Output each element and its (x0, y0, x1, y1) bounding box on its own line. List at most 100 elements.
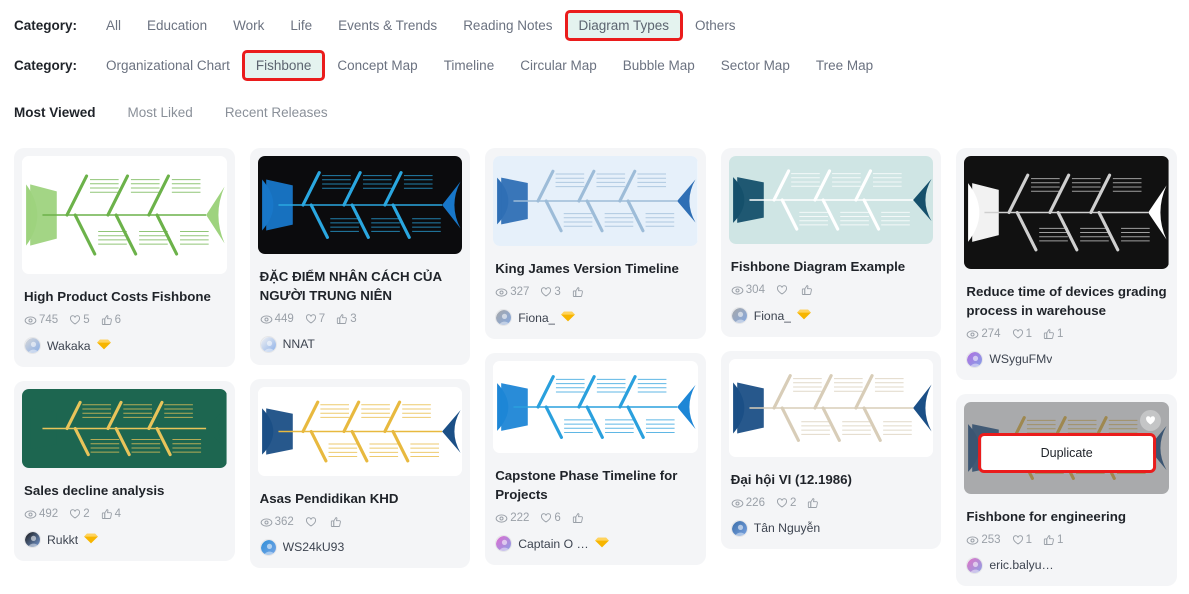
filter-reading-notes[interactable]: Reading Notes (452, 13, 563, 38)
filter-all[interactable]: All (95, 13, 132, 38)
template-card[interactable]: Capstone Phase Timeline for Projects 222… (485, 352, 706, 565)
filter-tree-map[interactable]: Tree Map (805, 53, 884, 78)
filter-sector-map[interactable]: Sector Map (710, 53, 801, 78)
filter-life[interactable]: Life (279, 13, 323, 38)
likes-stat[interactable]: 7 (305, 313, 325, 325)
filter-work[interactable]: Work (222, 13, 275, 38)
filter-fishbone[interactable]: Fishbone (241, 49, 326, 81)
card-author[interactable]: Rukkt (24, 531, 225, 549)
card-thumbnail[interactable] (257, 156, 463, 254)
filter-timeline[interactable]: Timeline (433, 53, 506, 78)
tab-most-viewed[interactable]: Most Viewed (14, 105, 96, 120)
card-author[interactable]: Fiona_ (495, 309, 696, 327)
likes-stat[interactable] (776, 284, 790, 296)
card-title[interactable]: ĐẶC ĐIỂM NHÂN CÁCH CỦA NGƯỜI TRUNG NIÊN (260, 268, 461, 306)
views-stat: 327 (495, 286, 529, 299)
filter-circular-map[interactable]: Circular Map (509, 53, 608, 78)
thumbs-stat[interactable] (572, 286, 586, 298)
card-thumbnail[interactable] (493, 360, 698, 453)
card-title[interactable]: Đại hội VI (12.1986) (731, 471, 932, 490)
views-stat: 253 (966, 534, 1001, 547)
card-thumbnail[interactable] (728, 156, 934, 244)
card-thumbnail[interactable] (493, 156, 698, 246)
author-name: Fiona_ (518, 310, 556, 325)
thumbs-stat[interactable]: 1 (1043, 328, 1063, 340)
views-stat: 226 (731, 497, 765, 510)
card-thumbnail[interactable] (257, 386, 463, 476)
avatar (495, 535, 513, 553)
card-stats: 253 1 1 (966, 534, 1167, 547)
thumbs-stat[interactable]: 6 (101, 314, 121, 326)
template-card-grid[interactable]: High Product Costs Fishbone 745 5 6 Waka… (14, 148, 1177, 594)
likes-stat[interactable]: 1 (1012, 328, 1032, 340)
views-stat: 745 (24, 314, 58, 327)
card-title[interactable]: Sales decline analysis (24, 482, 225, 501)
card-author[interactable]: Captain O … (495, 535, 696, 553)
filter-events-trends[interactable]: Events & Trends (327, 13, 448, 38)
thumbs-stat[interactable] (801, 284, 815, 296)
tab-recent-releases[interactable]: Recent Releases (225, 105, 328, 120)
card-author[interactable]: eric.balyu… (966, 556, 1167, 574)
thumbs-up-icon (1043, 534, 1055, 546)
thumbs-stat[interactable] (330, 516, 344, 528)
card-author[interactable]: NNAT (259, 335, 461, 353)
card-body: ĐẶC ĐIỂM NHÂN CÁCH CỦA NGƯỜI TRUNG NIÊN … (258, 254, 463, 353)
card-thumbnail[interactable] (728, 358, 934, 457)
likes-stat[interactable]: 1 (1012, 534, 1032, 546)
card-author[interactable]: Tân Nguyễn (730, 519, 932, 537)
favorite-heart-button[interactable] (1139, 409, 1161, 431)
thumbs-up-icon (101, 314, 113, 326)
template-card[interactable]: Sales decline analysis 492 2 4 Rukkt (14, 380, 235, 561)
filter-concept-map[interactable]: Concept Map (326, 53, 428, 78)
filter-bubble-map[interactable]: Bubble Map (612, 53, 706, 78)
template-card[interactable]: King James Version Timeline 327 3 Fiona_ (485, 148, 706, 339)
thumbs-stat[interactable] (572, 512, 586, 524)
template-card[interactable]: High Product Costs Fishbone 745 5 6 Waka… (14, 148, 235, 367)
template-card[interactable]: ĐẶC ĐIỂM NHÂN CÁCH CỦA NGƯỜI TRUNG NIÊN … (249, 148, 471, 365)
card-author[interactable]: Wakaka (24, 337, 225, 355)
card-title[interactable]: Fishbone Diagram Example (731, 258, 932, 277)
duplicate-button[interactable]: Duplicate (980, 436, 1153, 471)
views-stat: 274 (966, 328, 1001, 341)
author-name: eric.balyu… (989, 558, 1054, 573)
card-thumbnail[interactable]: Duplicate (964, 401, 1169, 494)
card-thumbnail[interactable] (964, 156, 1169, 269)
filter-education[interactable]: Education (136, 13, 218, 38)
template-card[interactable]: Đại hội VI (12.1986) 226 2 Tân Nguyễn (720, 350, 942, 549)
card-author[interactable]: WSyguFMv (966, 350, 1167, 368)
card-author[interactable]: WS24kU93 (259, 538, 461, 556)
filter-diagram-types[interactable]: Diagram Types (564, 9, 684, 41)
thumbs-up-icon (101, 508, 113, 520)
likes-stat[interactable]: 3 (540, 286, 561, 298)
likes-stat[interactable]: 5 (69, 314, 90, 326)
card-author[interactable]: Fiona_ (730, 307, 932, 325)
card-thumbnail[interactable] (22, 388, 227, 468)
likes-stat[interactable]: 6 (540, 512, 561, 524)
duplicate-annotation: Duplicate (977, 433, 1156, 474)
filter-organizational-chart[interactable]: Organizational Chart (95, 53, 241, 78)
card-title[interactable]: Asas Pendidikan KHD (260, 490, 461, 509)
filter-others[interactable]: Others (684, 13, 747, 38)
template-card[interactable]: Duplicate Fishbone for engineering 253 1… (956, 393, 1177, 586)
tab-most-liked[interactable]: Most Liked (128, 105, 193, 120)
card-title[interactable]: Capstone Phase Timeline for Projects (495, 467, 696, 505)
thumbs-up-icon (1043, 328, 1055, 340)
likes-stat[interactable]: 2 (69, 508, 90, 520)
template-card[interactable]: Asas Pendidikan KHD 362 WS24kU93 (249, 378, 471, 568)
card-title[interactable]: Fishbone for engineering (966, 508, 1167, 527)
thumbs-stat[interactable]: 1 (1043, 534, 1063, 546)
likes-stat[interactable] (305, 516, 319, 528)
card-title[interactable]: High Product Costs Fishbone (24, 288, 225, 307)
template-card[interactable]: Fishbone Diagram Example 304 Fiona_ (720, 148, 942, 337)
card-stats: 274 1 1 (966, 328, 1167, 341)
likes-stat[interactable]: 2 (776, 497, 796, 509)
author-name: WS24kU93 (282, 540, 345, 555)
thumbs-stat[interactable]: 3 (336, 313, 357, 325)
card-thumbnail[interactable] (22, 156, 227, 274)
card-title[interactable]: Reduce time of devices grading process i… (966, 283, 1167, 321)
card-title[interactable]: King James Version Timeline (495, 260, 696, 279)
thumbs-stat[interactable] (807, 497, 821, 509)
thumbs-up-icon (330, 516, 342, 528)
thumbs-stat[interactable]: 4 (101, 508, 121, 520)
template-card[interactable]: Reduce time of devices grading process i… (956, 148, 1177, 380)
